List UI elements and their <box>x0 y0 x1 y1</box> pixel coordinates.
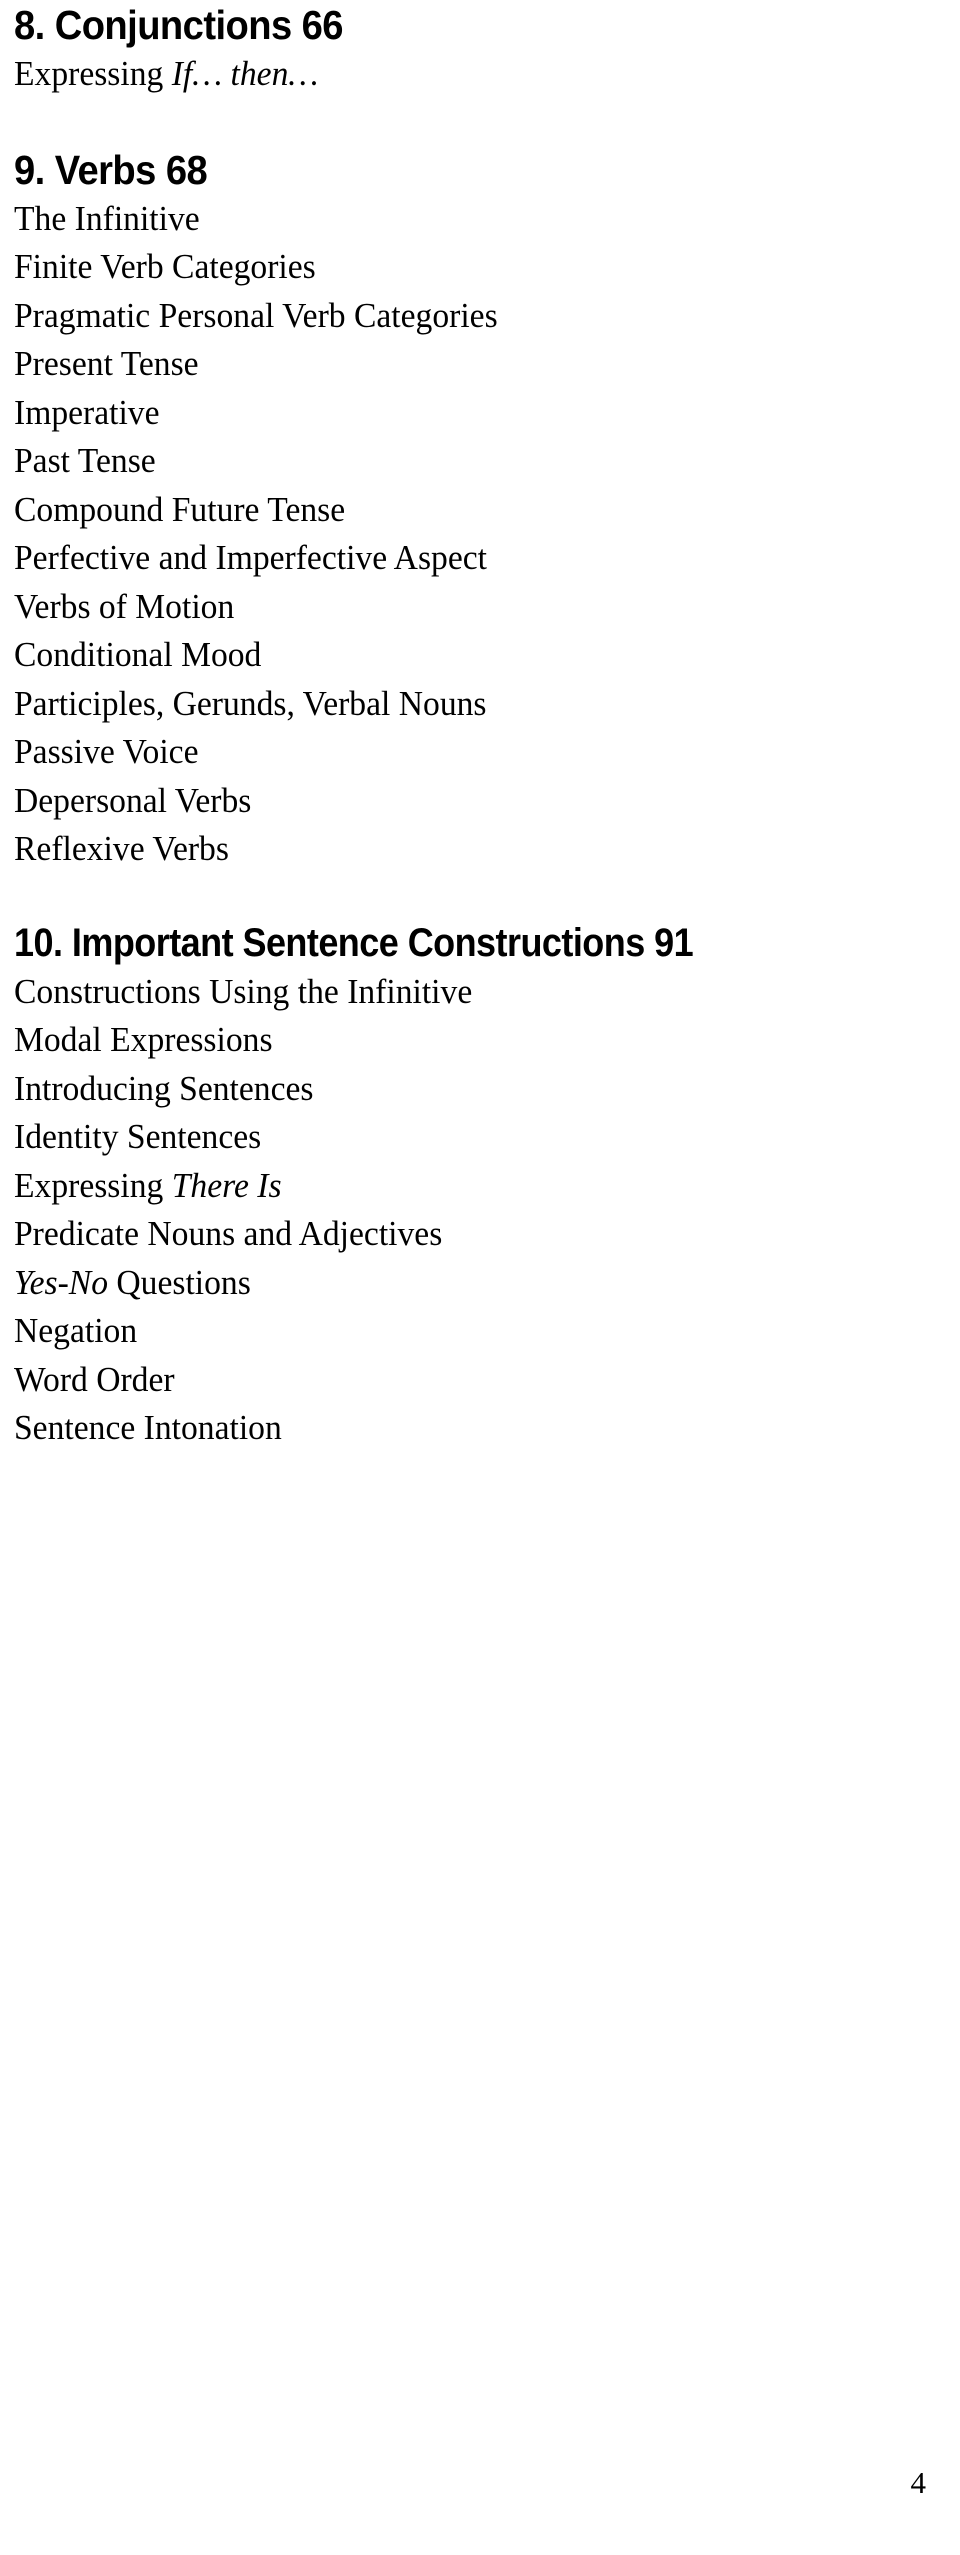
toc-entry: Constructions Using the Infinitive <box>14 968 922 1017</box>
toc-entry: Passive Voice <box>14 728 922 777</box>
toc-entry-italic: Yes-No <box>14 1262 109 1302</box>
toc-entry: Reflexive Verbs <box>14 825 922 874</box>
toc-entry-prefix: Pragmatic Personal Verb Categories <box>14 295 498 335</box>
document-page: 8. Conjunctions 66 Expressing If… then… … <box>0 0 960 2555</box>
toc-entry: Verbs of Motion <box>14 583 922 632</box>
toc-entry-prefix: Negation <box>14 1311 138 1350</box>
toc-entry-prefix: Constructions Using the Infinitive <box>14 971 473 1011</box>
toc-entry-prefix: Perfective and Imperfective Aspect <box>14 538 487 577</box>
toc-entry-italic: If… then… <box>171 54 319 93</box>
toc-section-8: 8. Conjunctions 66 Expressing If… then… <box>14 0 960 99</box>
toc-entry: Modal Expressions <box>14 1016 922 1065</box>
toc-entry: Present Tense <box>14 340 922 389</box>
toc-entry-prefix: Passive Voice <box>14 732 199 771</box>
toc-entry: Yes-No Questions <box>14 1259 922 1308</box>
toc-entry: Expressing If… then… <box>14 50 922 99</box>
toc-entry: Introducing Sentences <box>14 1065 922 1114</box>
toc-entry: Negation <box>14 1307 922 1356</box>
toc-entry: Depersonal Verbs <box>14 777 922 826</box>
section-heading-9: 9. Verbs 68 <box>14 146 208 193</box>
toc-entry-prefix: Sentence Intonation <box>14 1408 282 1447</box>
toc-entry: The Infinitive <box>14 195 922 244</box>
toc-entry-suffix: Questions <box>108 1262 251 1302</box>
toc-entry: Pragmatic Personal Verb Categories <box>14 292 922 341</box>
toc-entry: Finite Verb Categories <box>14 243 922 292</box>
toc-entry: Identity Sentences <box>14 1113 922 1162</box>
toc-entry: Sentence Intonation <box>14 1404 922 1453</box>
toc-entry: Compound Future Tense <box>14 486 922 535</box>
toc-entry: Predicate Nouns and Adjectives <box>14 1210 922 1259</box>
toc-entry-prefix: Reflexive Verbs <box>14 829 229 868</box>
toc-entry-prefix: Depersonal Verbs <box>14 780 252 820</box>
toc-section-9: 9. Verbs 68 The Infinitive Finite Verb C… <box>14 145 960 874</box>
toc-entry: Conditional Mood <box>14 631 922 680</box>
page-number: 4 <box>910 2465 927 2500</box>
toc-entry: Expressing There Is <box>14 1162 922 1211</box>
toc-entry-prefix: Compound Future Tense <box>14 489 346 529</box>
toc-entry: Perfective and Imperfective Aspect <box>14 534 922 583</box>
toc-entry-prefix: The Infinitive <box>14 198 200 238</box>
section-heading-10: 10. Important Sentence Constructions 91 <box>14 920 694 965</box>
toc-entry: Imperative <box>14 389 922 438</box>
toc-entry: Participles, Gerunds, Verbal Nouns <box>14 680 922 729</box>
toc-content: 8. Conjunctions 66 Expressing If… then… … <box>14 0 960 1453</box>
toc-entry: Word Order <box>14 1356 922 1405</box>
toc-entry-italic: There Is <box>171 1165 282 1205</box>
toc-entry-prefix: Imperative <box>14 392 160 432</box>
toc-entry-prefix: Conditional Mood <box>14 635 262 674</box>
toc-entry-prefix: Modal Expressions <box>14 1020 273 1059</box>
toc-entry-prefix: Identity Sentences <box>14 1117 262 1156</box>
toc-entry-prefix: Finite Verb Categories <box>14 247 316 286</box>
toc-entry-prefix: Verbs of Motion <box>14 586 235 626</box>
toc-entry-prefix: Predicate Nouns and Adjectives <box>14 1214 443 1253</box>
section-heading-8: 8. Conjunctions 66 <box>14 2 344 48</box>
toc-entry-prefix: Introducing Sentences <box>14 1068 314 1108</box>
toc-entry-prefix: Expressing <box>14 1165 172 1205</box>
toc-entry-prefix: Past Tense <box>14 441 156 480</box>
toc-section-10: 10. Important Sentence Constructions 91 … <box>14 918 960 1453</box>
toc-entry-prefix: Present Tense <box>14 344 199 383</box>
toc-entry-prefix: Word Order <box>14 1359 175 1399</box>
toc-entry-prefix: Expressing <box>14 54 172 93</box>
toc-entry: Past Tense <box>14 437 922 486</box>
toc-entry-prefix: Participles, Gerunds, Verbal Nouns <box>14 683 487 723</box>
